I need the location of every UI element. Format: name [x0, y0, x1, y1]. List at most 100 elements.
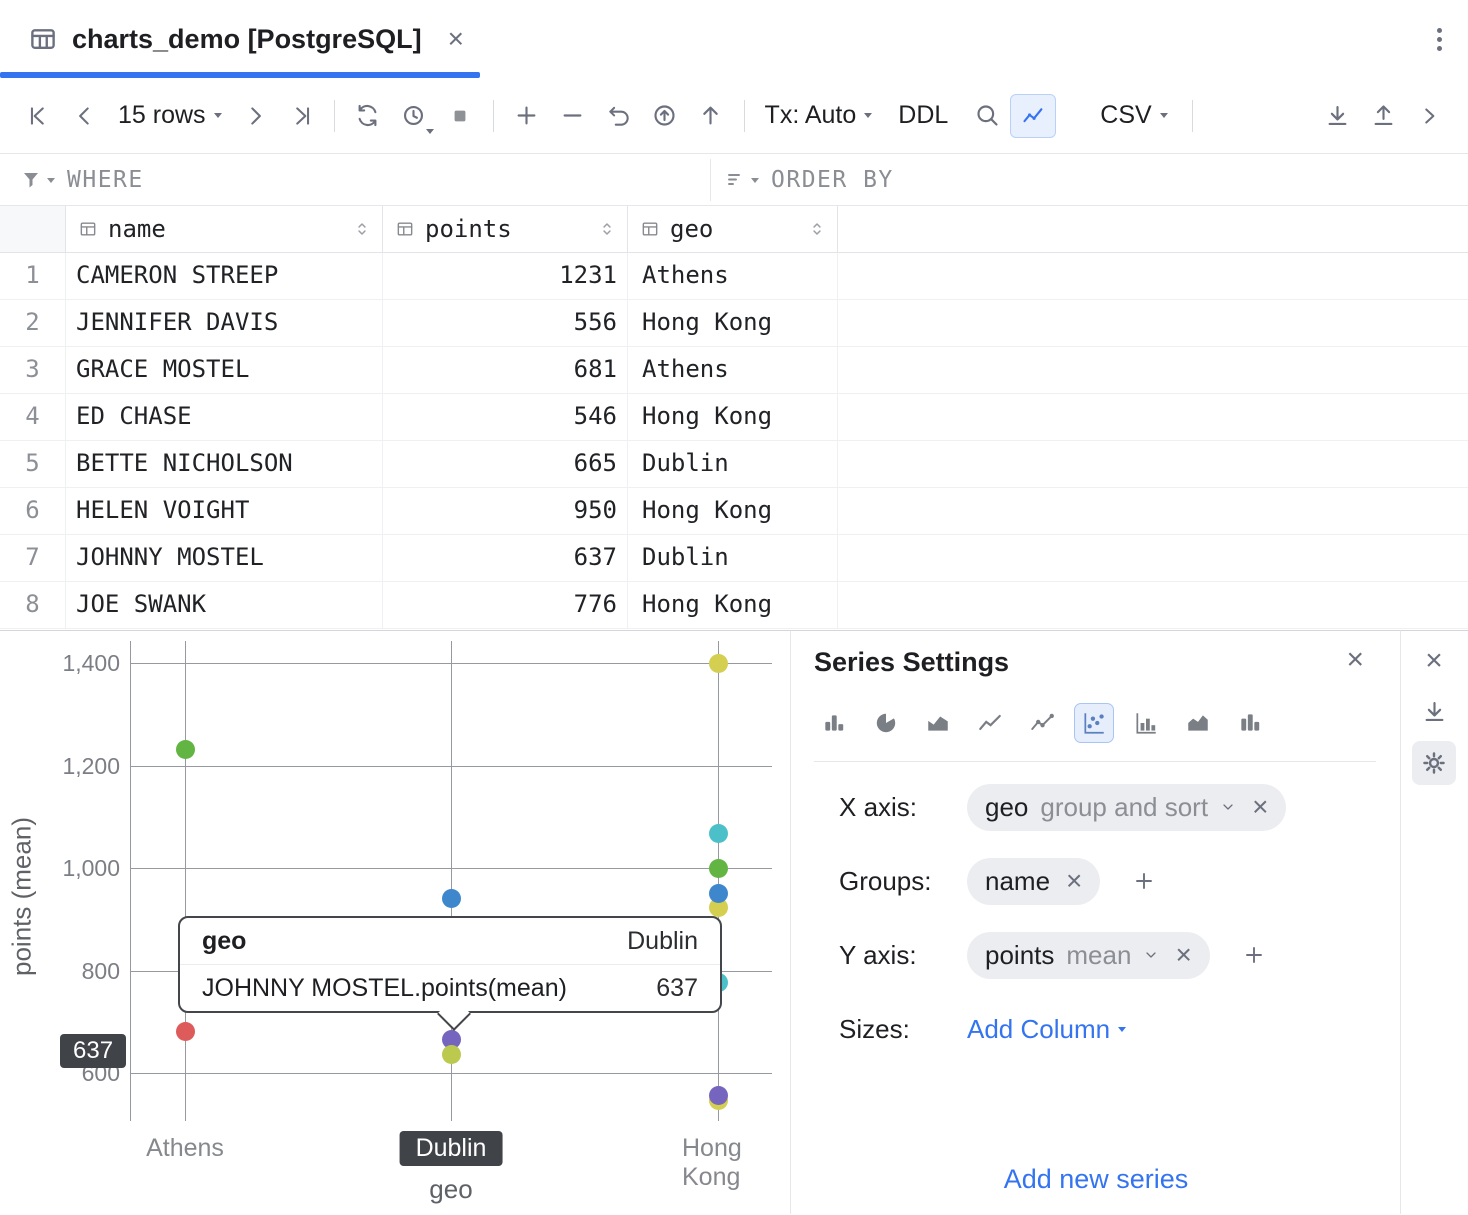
ddl-button[interactable]: DDL — [888, 101, 958, 130]
table-cell[interactable]: 637 — [383, 535, 628, 581]
table-cell[interactable]: 776 — [383, 582, 628, 628]
last-page-button[interactable] — [278, 94, 324, 138]
remove-y-axis-icon[interactable]: × — [1175, 939, 1191, 971]
commit-arrow-up-icon[interactable] — [688, 94, 734, 138]
table-cell[interactable]: CAMERON STREEP — [66, 253, 383, 299]
chart-type-scatter-icon[interactable] — [1074, 703, 1114, 743]
groups-chip[interactable]: name × — [967, 858, 1100, 905]
chart-type-stacked-area-icon[interactable] — [1178, 703, 1218, 743]
table-cell[interactable]: ED CHASE — [66, 394, 383, 440]
table-cell[interactable]: 681 — [383, 347, 628, 393]
table-cell[interactable]: 5 — [0, 441, 66, 487]
table-cell[interactable]: 6 — [0, 488, 66, 534]
table-cell[interactable]: Hong Kong — [628, 582, 838, 628]
data-point[interactable] — [442, 889, 461, 908]
first-page-button[interactable] — [16, 94, 62, 138]
data-point[interactable] — [176, 740, 195, 759]
kebab-menu-icon[interactable] — [1437, 28, 1442, 51]
export-chart-icon[interactable] — [1412, 689, 1456, 733]
table-row[interactable]: 6HELEN VOIGHT950Hong Kong — [0, 488, 1468, 535]
delete-row-button[interactable] — [550, 94, 596, 138]
stop-button[interactable] — [437, 94, 483, 138]
series-settings-close-icon[interactable]: × — [1346, 643, 1364, 677]
previous-page-button[interactable] — [62, 94, 108, 138]
chart-type-area-icon[interactable] — [918, 703, 958, 743]
add-row-button[interactable] — [504, 94, 550, 138]
upload-icon[interactable] — [1360, 94, 1406, 138]
data-point[interactable] — [709, 1086, 728, 1105]
table-cell[interactable]: 2 — [0, 300, 66, 346]
remove-groups-icon[interactable]: × — [1066, 865, 1082, 897]
table-cell[interactable]: GRACE MOSTEL — [66, 347, 383, 393]
table-corner[interactable] — [0, 206, 66, 252]
table-cell[interactable]: 546 — [383, 394, 628, 440]
refresh-icon[interactable] — [345, 94, 391, 138]
x-tick-label[interactable]: Athens — [146, 1134, 224, 1163]
x-tick-label[interactable]: Hong Kong — [682, 1134, 754, 1192]
table-cell[interactable]: Hong Kong — [628, 300, 838, 346]
tab-charts-demo[interactable]: charts_demo [PostgreSQL] × — [0, 0, 464, 78]
y-axis-chip[interactable]: points mean × — [967, 932, 1210, 979]
schedule-refresh-icon[interactable] — [391, 94, 437, 138]
chart-view-button[interactable] — [1010, 94, 1056, 138]
table-cell[interactable]: 3 — [0, 347, 66, 393]
add-group-button[interactable] — [1126, 863, 1162, 899]
table-row[interactable]: 2JENNIFER DAVIS556Hong Kong — [0, 300, 1468, 347]
chart-type-histogram-icon[interactable] — [1126, 703, 1166, 743]
page-size-selector[interactable]: 15 rows — [108, 101, 232, 130]
remove-x-axis-icon[interactable]: × — [1252, 791, 1268, 823]
table-cell[interactable]: 950 — [383, 488, 628, 534]
download-icon[interactable] — [1314, 94, 1360, 138]
panel-close-icon[interactable]: × — [1412, 639, 1456, 683]
table-row[interactable]: 1CAMERON STREEP1231Athens — [0, 253, 1468, 300]
table-cell[interactable]: JENNIFER DAVIS — [66, 300, 383, 346]
table-row[interactable]: 8JOE SWANK776Hong Kong — [0, 582, 1468, 629]
table-cell[interactable]: 7 — [0, 535, 66, 581]
data-point[interactable] — [709, 884, 728, 903]
chart-type-pie-icon[interactable] — [866, 703, 906, 743]
revert-icon[interactable] — [596, 94, 642, 138]
column-header-name[interactable]: name — [66, 206, 383, 252]
next-page-button[interactable] — [232, 94, 278, 138]
chart-type-bar-icon[interactable] — [814, 703, 854, 743]
chart-type-line-points-icon[interactable] — [1022, 703, 1062, 743]
where-filter[interactable]: WHERE — [20, 155, 144, 205]
chart-type-line-icon[interactable] — [970, 703, 1010, 743]
data-point[interactable] — [709, 824, 728, 843]
data-point[interactable] — [709, 654, 728, 673]
order-by-filter[interactable]: ORDER BY — [724, 155, 894, 205]
table-cell[interactable]: 8 — [0, 582, 66, 628]
data-point[interactable] — [442, 1045, 461, 1064]
table-cell[interactable]: 4 — [0, 394, 66, 440]
table-cell[interactable]: JOE SWANK — [66, 582, 383, 628]
add-y-axis-button[interactable] — [1236, 937, 1272, 973]
table-row[interactable]: 3GRACE MOSTEL681Athens — [0, 347, 1468, 394]
table-row[interactable]: 7JOHNNY MOSTEL637Dublin — [0, 535, 1468, 582]
table-cell[interactable]: Hong Kong — [628, 394, 838, 440]
table-cell[interactable]: Hong Kong — [628, 488, 838, 534]
table-row[interactable]: 5BETTE NICHOLSON665Dublin — [0, 441, 1468, 488]
data-point[interactable] — [176, 1022, 195, 1041]
table-cell[interactable]: BETTE NICHOLSON — [66, 441, 383, 487]
table-cell[interactable]: 665 — [383, 441, 628, 487]
table-cell[interactable]: Dublin — [628, 441, 838, 487]
table-cell[interactable]: Athens — [628, 253, 838, 299]
chart-type-column-icon[interactable] — [1230, 703, 1270, 743]
data-point[interactable] — [709, 859, 728, 878]
table-cell[interactable]: 1 — [0, 253, 66, 299]
table-cell[interactable]: Dublin — [628, 535, 838, 581]
x-axis-chip[interactable]: geo group and sort × — [967, 784, 1286, 831]
column-header-points[interactable]: points — [383, 206, 628, 252]
tx-mode-selector[interactable]: Tx: Auto — [755, 101, 883, 130]
x-axis-mode[interactable]: group and sort — [1040, 792, 1208, 823]
column-header-geo[interactable]: geo — [628, 206, 838, 252]
search-icon[interactable] — [964, 94, 1010, 138]
table-cell[interactable]: JOHNNY MOSTEL — [66, 535, 383, 581]
chevron-right-icon[interactable] — [1406, 94, 1452, 138]
export-format-selector[interactable]: CSV — [1090, 101, 1177, 130]
add-new-series-link[interactable]: Add new series — [791, 1164, 1401, 1195]
tab-close-icon[interactable]: × — [448, 23, 464, 55]
add-column-link[interactable]: Add Column — [967, 1014, 1126, 1045]
submit-icon[interactable] — [642, 94, 688, 138]
y-axis-aggregation[interactable]: mean — [1066, 940, 1131, 971]
